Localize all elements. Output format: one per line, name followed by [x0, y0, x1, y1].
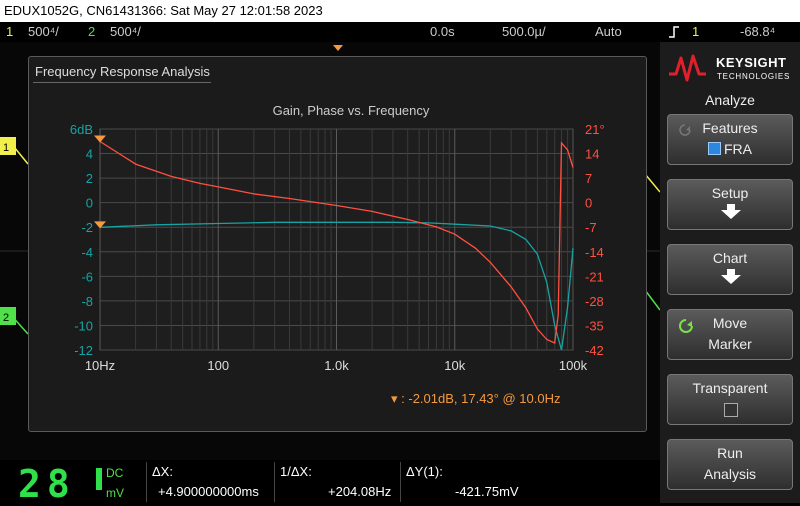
status-bar: 1 500⁴/ 2 500⁴/ 0.0s 500.0µ/ Auto 1 -68.…	[0, 22, 800, 42]
y-right-tick-label: 21°	[585, 122, 605, 137]
y-right-tick-label: -21	[585, 269, 604, 284]
fra-checkbox-icon	[708, 142, 721, 155]
voltmeter-readout: 28	[18, 462, 76, 506]
y-left-tick-labels: 6dB 4 2 0 -2 -4 -6 -8 -10 -12	[70, 122, 93, 358]
x-tick-label: 1.0k	[324, 358, 349, 373]
x-tick-label: 100k	[559, 358, 588, 373]
submenu-arrow-icon	[721, 204, 741, 219]
y-left-tick-label: 4	[86, 147, 93, 162]
brand-subtitle: TECHNOLOGIES	[717, 72, 791, 81]
ch2-scale[interactable]: 500⁴/	[110, 24, 141, 39]
separator	[146, 462, 147, 502]
features-label: Features	[702, 120, 758, 136]
move-label: Move	[712, 315, 748, 331]
fra-chart: Gain, Phase vs. Frequency 6dB 4 2 0 -2 -4 -6 -8…	[70, 103, 605, 373]
delta-x-label: ΔX:	[152, 464, 173, 479]
keysight-wave-icon	[669, 54, 706, 82]
y-left-tick-label: -8	[81, 294, 93, 309]
trigger-mode[interactable]: Auto	[595, 24, 622, 39]
y-left-tick-label: -6	[81, 269, 93, 284]
x-tick-label: 100	[207, 358, 229, 373]
ch1-number[interactable]: 1	[6, 24, 13, 39]
features-value: FRA	[668, 141, 792, 157]
menu-title: Analyze	[705, 92, 755, 108]
delta-y-label: ΔY(1):	[406, 464, 443, 479]
voltmeter-coupling: DC	[106, 466, 124, 480]
title-bar: EDUX1052G, CN61431366: Sat May 27 12:01:…	[0, 0, 800, 22]
x-tick-labels: 10Hz 100 1.0k 10k 100k	[85, 358, 588, 373]
ch1-scale[interactable]: 500⁴/	[28, 24, 59, 39]
y-right-tick-label: -28	[585, 294, 604, 309]
fra-window[interactable]: Frequency Response Analysis Gain, Phase …	[28, 56, 647, 432]
run-analysis-softkey[interactable]: Run Analysis	[667, 439, 793, 490]
x-tick-label: 10k	[444, 358, 465, 373]
setup-softkey[interactable]: Setup	[667, 179, 793, 230]
chart-label: Chart	[712, 250, 748, 266]
marker-readout-value: -2.01dB, 17.43° @ 10.0Hz	[408, 391, 561, 406]
features-softkey[interactable]: Features FRA	[667, 114, 793, 165]
chart-softkey[interactable]: Chart	[667, 244, 793, 295]
ch2-number[interactable]: 2	[88, 24, 95, 39]
trigger-level[interactable]: -68.8⁴	[740, 24, 775, 39]
svg-text:2: 2	[3, 312, 9, 324]
run-label: Run	[717, 445, 743, 461]
setup-label: Setup	[711, 185, 749, 201]
softkey-panel: KEYSIGHT TECHNOLOGIES Analyze Features F…	[660, 42, 800, 503]
ch2-waveform-right	[644, 289, 660, 311]
ch1-waveform-right	[644, 173, 660, 193]
y-left-tick-label: 6dB	[70, 122, 93, 137]
inv-delta-x-value: +204.08Hz	[328, 484, 392, 499]
marker-label: Marker	[708, 336, 752, 352]
chart-title: Gain, Phase vs. Frequency	[273, 103, 430, 118]
trigger-position-marker	[333, 45, 343, 51]
x-tick-label: 10Hz	[85, 358, 115, 373]
title-text: EDUX1052G, CN61431366: Sat May 27 12:01:…	[4, 3, 323, 18]
y-right-tick-label: -7	[585, 220, 597, 235]
trigger-channel[interactable]: 1	[692, 24, 699, 39]
y-left-tick-label: 2	[86, 171, 93, 186]
submenu-arrow-icon	[721, 269, 741, 284]
analysis-label: Analysis	[703, 466, 757, 482]
y-right-tick-label: 0	[585, 196, 592, 211]
ch2-ground-marker: 2	[0, 307, 16, 325]
svg-text:1: 1	[3, 142, 9, 154]
separator	[274, 462, 275, 502]
inv-delta-x-label: 1/ΔX:	[280, 464, 312, 479]
voltmeter-indicator	[96, 468, 102, 490]
keysight-logo: KEYSIGHT TECHNOLOGIES	[668, 50, 794, 86]
horizontal-delay[interactable]: 0.0s	[430, 24, 455, 39]
y-right-tick-labels: 21° 14 7 0 -7 -14 -21 -28 -35 -42	[585, 122, 605, 358]
y-right-tick-label: -35	[585, 318, 604, 333]
y-right-tick-label: -42	[585, 343, 604, 358]
y-right-tick-label: -14	[585, 245, 604, 260]
voltmeter-unit: mV	[106, 486, 124, 500]
y-right-tick-label: 7	[585, 171, 592, 186]
y-right-tick-label: 14	[585, 147, 599, 162]
brand-name: KEYSIGHT	[716, 55, 787, 70]
transparent-label: Transparent	[692, 380, 768, 396]
y-left-tick-label: -12	[74, 343, 93, 358]
delta-y-value: -421.75mV	[455, 484, 519, 499]
transparent-softkey[interactable]: Transparent	[667, 374, 793, 425]
marker-readout-symbol: ▾ :	[391, 391, 405, 406]
transparent-checkbox-icon[interactable]	[724, 403, 738, 417]
chart-grid	[99, 128, 574, 351]
delta-x-value: +4.900000000ms	[158, 484, 259, 499]
trigger-slope-icon	[668, 25, 680, 42]
y-left-tick-label: -2	[81, 220, 93, 235]
y-left-tick-label: -10	[74, 318, 93, 333]
measurement-bar: 28 DC mV ΔX: +4.900000000ms 1/ΔX: +204.0…	[0, 460, 660, 503]
separator	[400, 462, 401, 502]
y-left-tick-label: -4	[81, 245, 93, 260]
horizontal-scale[interactable]: 500.0µ/	[502, 24, 546, 39]
move-marker-softkey[interactable]: Move Marker	[667, 309, 793, 360]
y-left-tick-label: 0	[86, 196, 93, 211]
marker-readout: ▾ : -2.01dB, 17.43° @ 10.0Hz	[391, 391, 560, 407]
